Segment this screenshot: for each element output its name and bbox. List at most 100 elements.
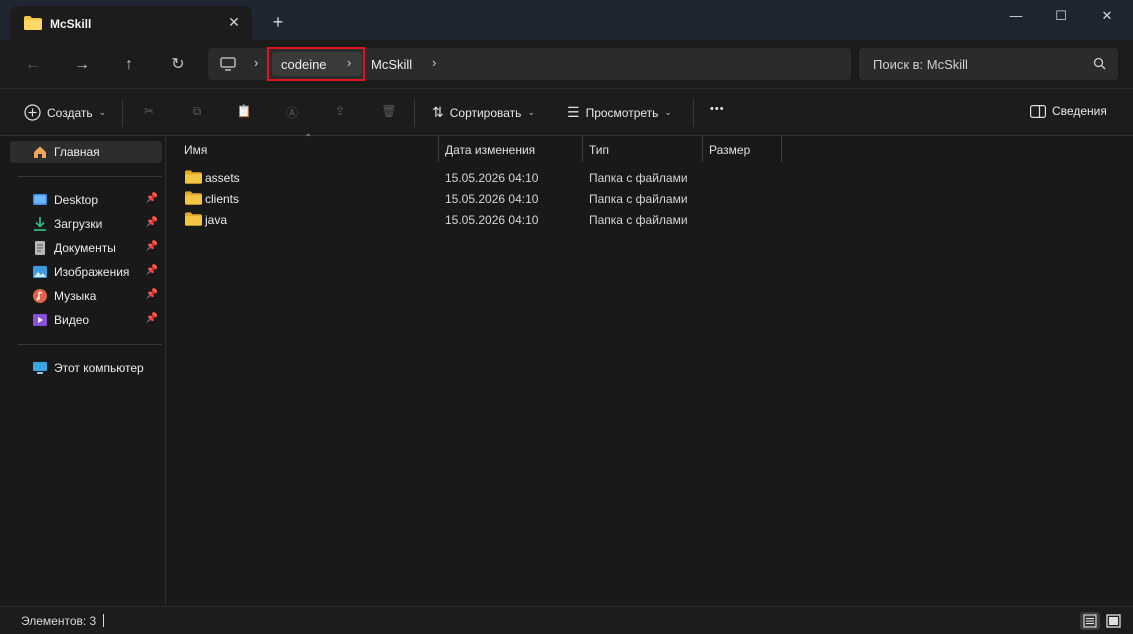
tab-title: McSkill (50, 17, 92, 31)
chevron-down-icon: ⌄ (527, 107, 535, 117)
chevron-right-icon[interactable]: › (347, 55, 351, 70)
sort-icon: ⇅ (432, 104, 444, 120)
status-divider (103, 614, 104, 627)
sidebar-item-label: Desktop (54, 193, 99, 207)
sidebar-item-desktop[interactable]: Desktop 📌 (10, 189, 162, 211)
toolbar-divider (122, 99, 123, 127)
sidebar-item-label: Изображения (54, 265, 130, 279)
file-name: java (205, 213, 228, 227)
sidebar-divider (18, 176, 162, 177)
sidebar-item-music[interactable]: Музыка 📌 (10, 285, 162, 307)
details-pane-icon (1030, 104, 1046, 118)
music-icon (33, 289, 47, 303)
file-type: Папка с файлами (589, 213, 688, 227)
details-view-icon (1083, 614, 1097, 628)
sort-label: Сортировать (449, 105, 522, 120)
navigation-pane: Главная Desktop 📌 Загрузки 📌 Документы 📌… (0, 136, 166, 606)
details-view-button[interactable] (1080, 612, 1100, 630)
documents-icon (35, 241, 45, 255)
create-button[interactable]: Создать ⌄ (24, 104, 106, 121)
tab-mcskill[interactable]: McSkill ✕ (10, 6, 252, 40)
videos-icon (33, 314, 47, 326)
sidebar-item-label: Музыка (54, 289, 97, 303)
folder-icon (185, 191, 202, 205)
minimize-button[interactable]: — (996, 6, 1036, 26)
sort-button[interactable]: ⇅ Сортировать ⌄ (432, 104, 535, 121)
column-header-name[interactable]: Имя (177, 136, 438, 162)
file-name: clients (205, 192, 240, 206)
column-label: Имя (184, 143, 208, 157)
refresh-icon[interactable]: ↻ (167, 54, 189, 76)
file-date: 15.05.2026 04:10 (445, 171, 539, 185)
forward-arrow-icon[interactable]: → (71, 54, 93, 76)
sidebar-item-label: Этот компьютер (54, 361, 144, 375)
table-row[interactable]: assets 15.05.2026 04:10 Папка с файлами (176, 167, 776, 188)
paste-icon[interactable]: 📋 (235, 104, 253, 122)
sidebar-item-documents[interactable]: Документы 📌 (10, 237, 162, 259)
column-label: Тип (589, 143, 610, 157)
share-icon[interactable]: ⇪ (331, 104, 349, 122)
desktop-icon (33, 194, 47, 205)
chevron-down-icon: ⌄ (98, 107, 107, 117)
pin-icon[interactable]: 📌 (146, 313, 158, 324)
plus-circle-icon (24, 104, 41, 121)
file-date: 15.05.2026 04:10 (445, 213, 539, 227)
chevron-right-icon[interactable]: › (432, 55, 436, 70)
rename-icon[interactable]: Ⓐ (283, 104, 301, 122)
more-options-button[interactable]: ••• (710, 103, 725, 115)
breadcrumb-mcskill[interactable]: McSkill (371, 57, 412, 72)
sidebar-item-videos[interactable]: Видео 📌 (10, 309, 162, 331)
search-input[interactable]: Поиск в: McSkill (873, 57, 968, 72)
sidebar-item-this-pc[interactable]: Этот компьютер (10, 357, 162, 379)
column-label: Дата изменения (445, 143, 536, 157)
search-box[interactable]: Поиск в: McSkill (859, 48, 1118, 80)
search-icon (1093, 57, 1106, 70)
address-bar[interactable]: › codeine › McSkill › (208, 47, 851, 81)
sidebar-item-pictures[interactable]: Изображения 📌 (10, 261, 162, 283)
view-button[interactable]: ☰ Просмотреть ⌄ (567, 104, 672, 121)
column-header-size[interactable]: Размер (702, 136, 782, 162)
pin-icon[interactable]: 📌 (146, 217, 158, 228)
back-arrow-icon[interactable]: ← (22, 54, 44, 76)
sidebar-divider (18, 344, 162, 345)
cut-icon[interactable]: ✂ (140, 104, 158, 122)
sidebar-item-downloads[interactable]: Загрузки 📌 (10, 213, 162, 235)
file-type: Папка с файлами (589, 192, 688, 206)
new-tab-button[interactable]: + (268, 13, 288, 33)
maximize-button[interactable]: ☐ (1041, 6, 1081, 26)
sidebar-item-label: Видео (54, 313, 90, 327)
copy-icon[interactable]: ⧉ (188, 104, 206, 122)
title-bar: McSkill ✕ + — ☐ ✕ (0, 0, 1133, 40)
sidebar-item-label: Загрузки (54, 217, 103, 231)
pin-icon[interactable]: 📌 (146, 265, 158, 276)
tiles-view-button[interactable] (1104, 612, 1124, 630)
table-row[interactable]: clients 15.05.2026 04:10 Папка с файлами (176, 188, 776, 209)
file-explorer-window: McSkill ✕ + — ☐ ✕ ← → ↑ ↻ › codeine › Mc… (0, 0, 1133, 634)
sidebar-item-label: Главная (54, 145, 100, 159)
column-header-date[interactable]: Дата изменения (438, 136, 581, 162)
pin-icon[interactable]: 📌 (146, 193, 158, 204)
breadcrumb-codeine[interactable]: codeine (281, 57, 327, 72)
window-close-button[interactable]: ✕ (1087, 6, 1127, 26)
sidebar-item-home[interactable]: Главная (10, 141, 162, 163)
column-label: Размер (709, 143, 751, 157)
details-label: Сведения (1052, 104, 1107, 118)
computer-icon[interactable] (220, 56, 236, 72)
column-header-type[interactable]: Тип (582, 136, 702, 162)
pin-icon[interactable]: 📌 (146, 241, 158, 252)
chevron-right-icon[interactable]: › (254, 55, 258, 70)
command-bar: Создать ⌄ ✂ ⧉ 📋 Ⓐ ⇪ 🗑 ⇅ Сортировать ⌄ ☰ … (0, 88, 1133, 136)
tiles-view-icon (1106, 614, 1121, 628)
column-divider[interactable] (781, 136, 782, 162)
home-icon (34, 146, 46, 158)
table-row[interactable]: java 15.05.2026 04:10 Папка с файлами (176, 209, 776, 230)
details-button[interactable]: Сведения (1030, 104, 1107, 118)
file-name: assets (205, 171, 240, 185)
up-arrow-icon[interactable]: ↑ (118, 54, 140, 76)
pictures-icon (33, 266, 47, 278)
delete-icon[interactable]: 🗑 (380, 104, 398, 122)
pin-icon[interactable]: 📌 (146, 289, 158, 300)
close-icon[interactable]: ✕ (226, 14, 242, 30)
file-date: 15.05.2026 04:10 (445, 192, 539, 206)
folder-icon (24, 16, 42, 30)
